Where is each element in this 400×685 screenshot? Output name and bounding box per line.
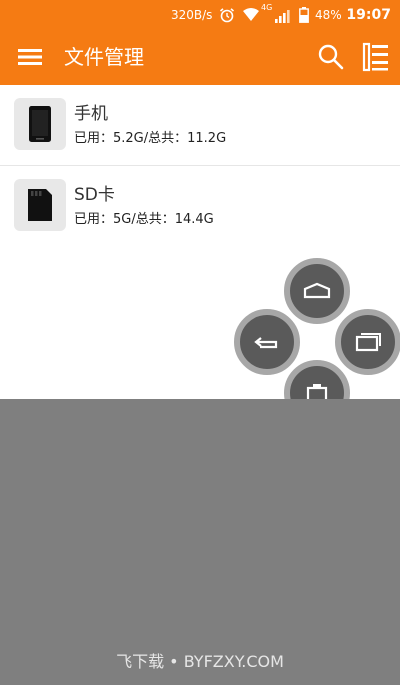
storage-item-sd-card[interactable]: SD卡 已用：5G/总共：14.4G (0, 166, 400, 247)
storage-item-phone[interactable]: 手机 已用：5.2G/总共：11.2G (0, 85, 400, 166)
page-title: 文件管理 (64, 45, 144, 69)
file-manager-app: 320B/s 4G 48% 19:07 文件管理 手机 已用：5.2G/总共：1… (0, 0, 400, 685)
storage-usage: 已用：5G/总共：14.4G (74, 212, 214, 227)
network-type: 4G (261, 3, 273, 12)
toolbar: 文件管理 (0, 30, 400, 85)
recent-apps-icon[interactable] (335, 309, 400, 375)
storage-list: 手机 已用：5.2G/总共：11.2G SD卡 已用：5G/总共：14.4G (0, 85, 400, 247)
dim-overlay (0, 399, 400, 685)
search-icon[interactable] (317, 43, 345, 71)
signal-icon (274, 8, 290, 27)
phone-icon (14, 98, 66, 150)
sd-card-icon (14, 179, 66, 231)
menu-icon[interactable] (18, 46, 44, 68)
watermark: 飞下载 • BYFZXY.COM (116, 652, 284, 671)
battery-percent: 48% (315, 8, 342, 22)
storage-name: SD卡 (74, 185, 115, 205)
battery-icon (299, 7, 309, 27)
list-settings-icon[interactable] (361, 42, 391, 72)
net-speed: 320B/s (171, 8, 213, 22)
wifi-icon (242, 7, 260, 26)
alarm-icon (219, 7, 235, 27)
home-icon[interactable] (284, 258, 350, 324)
back-icon[interactable] (234, 309, 300, 375)
status-bar: 320B/s 4G 48% 19:07 (0, 0, 400, 30)
clock: 19:07 (346, 7, 391, 23)
storage-name: 手机 (74, 104, 108, 124)
storage-usage: 已用：5.2G/总共：11.2G (74, 131, 227, 146)
